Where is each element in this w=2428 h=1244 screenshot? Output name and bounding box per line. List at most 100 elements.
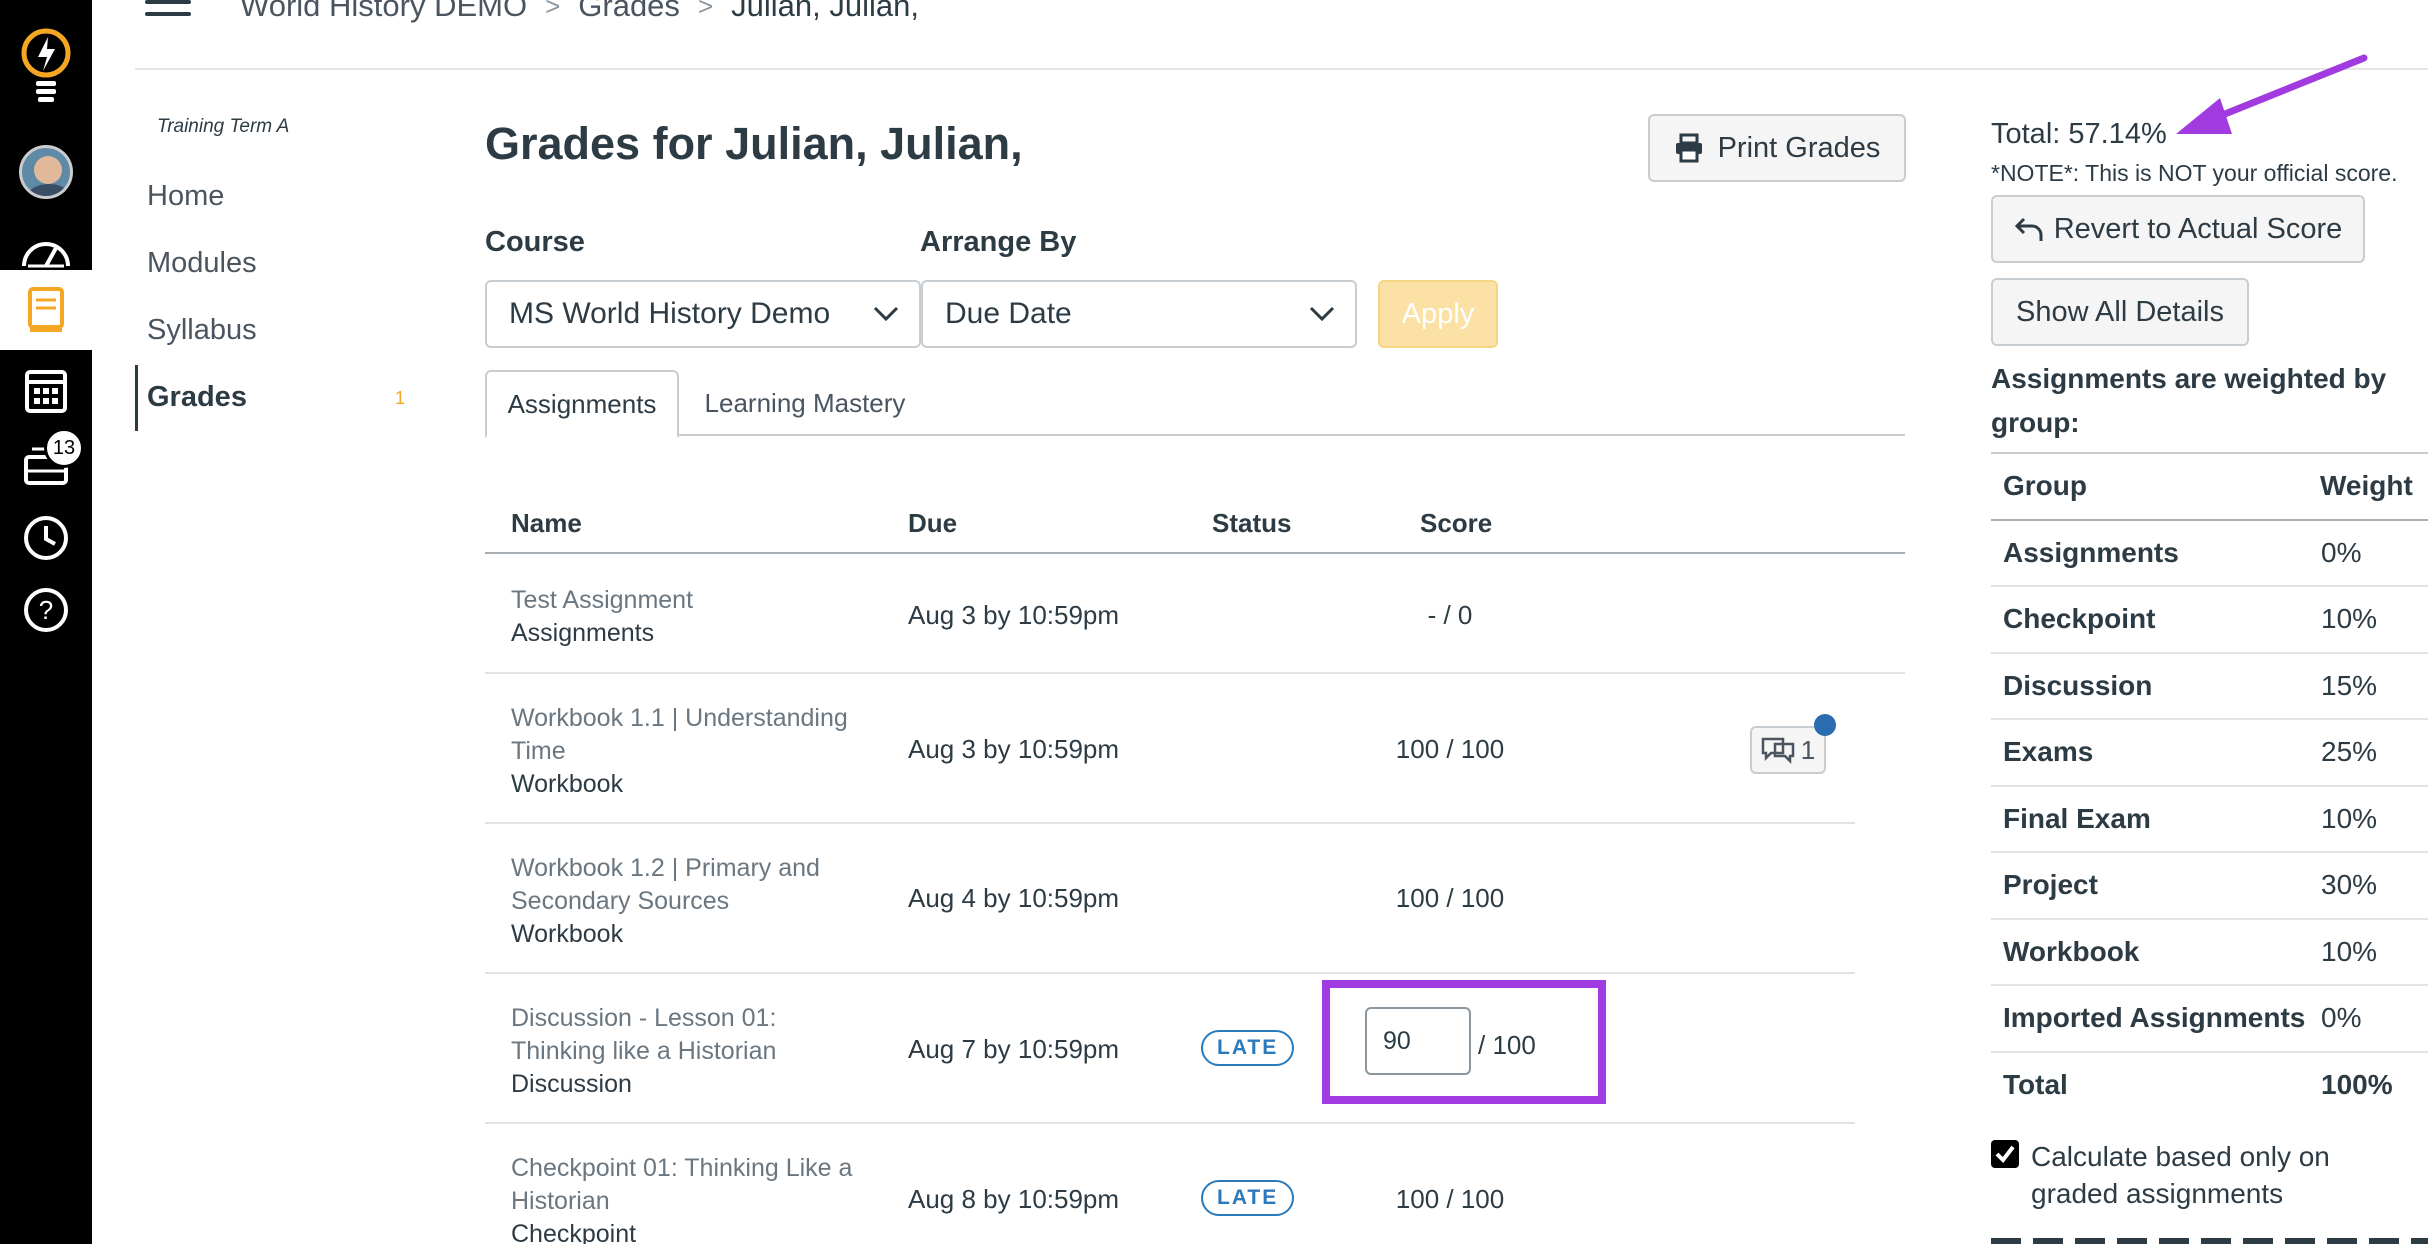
weight-value: 10% xyxy=(2321,802,2378,834)
assignment-name-cell: Discussion - Lesson 01: Thinking like a … xyxy=(511,1002,871,1101)
calculate-graded-only-label: Calculate based only on graded assignmen… xyxy=(2031,1141,2330,1209)
weight-row: Project 30% xyxy=(1991,853,2428,920)
due-date: Aug 4 by 10:59pm xyxy=(908,883,1120,913)
breadcrumb-course[interactable]: World History DEMO xyxy=(240,0,527,24)
assignment-name-cell: Workbook 1.1 | Understanding Time Workbo… xyxy=(511,702,871,801)
weight-total-row: Total 100% xyxy=(1991,1053,2428,1120)
assignment-title-link[interactable]: Discussion - Lesson 01: Thinking like a … xyxy=(511,1002,871,1068)
weight-row: Final Exam 10% xyxy=(1991,787,2428,853)
what-if-score-input[interactable]: 90 xyxy=(1365,1007,1471,1075)
weight-value: 0% xyxy=(2321,1002,2362,1033)
course-nav-grades[interactable]: Grades xyxy=(147,381,247,414)
table-row: Checkpoint 01: Thinking Like a Historian… xyxy=(485,1124,1855,1244)
account-avatar[interactable] xyxy=(0,140,92,204)
table-row: Test Assignment Assignments Aug 3 by 10:… xyxy=(485,554,1905,674)
weight-row: Workbook 10% xyxy=(1991,920,2428,986)
page-title: Grades for Julian, Julian, xyxy=(485,118,1023,169)
chevron-down-icon xyxy=(1309,306,1335,322)
weight-row: Assignments 0% xyxy=(1991,521,2428,587)
assignment-name-cell: Checkpoint 01: Thinking Like a Historian… xyxy=(511,1152,871,1244)
course-select-value: MS World History Demo xyxy=(509,297,831,330)
courses-book-icon[interactable] xyxy=(0,270,92,350)
assignment-group: Checkpoint xyxy=(511,1220,637,1244)
arrow-annotation-icon xyxy=(2176,54,2368,134)
show-all-details-button[interactable]: Show All Details xyxy=(1991,278,2249,346)
comments-icon xyxy=(1761,737,1795,764)
weight-value: 10% xyxy=(2321,935,2378,967)
weight-value: 100% xyxy=(2321,1068,2393,1100)
col-header-name: Name xyxy=(511,508,582,538)
calculate-graded-only-checkbox[interactable] xyxy=(1991,1140,2019,1168)
comments-button[interactable]: 1 xyxy=(1750,726,1826,774)
weighted-groups-heading: Assignments are weighted by group: xyxy=(1991,363,2387,438)
course-select-label: Course xyxy=(485,226,585,258)
weight-row: Imported Assignments 0% xyxy=(1991,986,2428,1053)
print-grades-button[interactable]: Print Grades xyxy=(1648,114,1906,182)
weight-row: Checkpoint 10% xyxy=(1991,587,2428,654)
course-nav-home[interactable]: Home xyxy=(147,180,224,213)
assignment-group: Workbook xyxy=(511,770,624,798)
weights-col-group: Group xyxy=(2003,470,2087,501)
course-nav-modules[interactable]: Modules xyxy=(147,247,257,280)
col-header-due: Due xyxy=(908,508,958,538)
late-status-badge: LATE xyxy=(1201,1180,1295,1216)
chevron-right-icon: > xyxy=(545,0,561,21)
breadcrumb-student: Julian, Julian, xyxy=(731,0,919,23)
col-header-score: Score xyxy=(1420,508,1493,538)
weight-value: 25% xyxy=(2321,736,2378,767)
active-indicator xyxy=(135,365,138,431)
grade-tabs: Assignments Learning Mastery xyxy=(485,370,1905,438)
svg-text:?: ? xyxy=(39,595,53,625)
weight-group: Assignments xyxy=(2003,536,2179,568)
tab-assignments[interactable]: Assignments xyxy=(485,370,679,438)
help-icon[interactable]: ? xyxy=(0,580,92,640)
score: 100 / 100 xyxy=(1395,734,1505,764)
arrange-select-value: Due Date xyxy=(945,297,1072,330)
weight-group: Project xyxy=(2003,869,2098,900)
weights-col-weight: Weight xyxy=(2320,470,2413,501)
assignment-group: Workbook xyxy=(511,920,624,948)
chevron-right-icon: > xyxy=(697,0,714,21)
hamburger-menu-icon[interactable] xyxy=(145,0,191,24)
weight-group: Total xyxy=(2003,1068,2068,1100)
assignment-title-link[interactable]: Checkpoint 01: Thinking Like a Historian xyxy=(511,1152,871,1218)
weights-header-row: Group Weight xyxy=(1991,454,2428,521)
assignment-title-link[interactable]: Workbook 1.1 | Understanding Time xyxy=(511,702,871,768)
revert-score-button[interactable]: Revert to Actual Score xyxy=(1991,195,2365,263)
print-grades-label: Print Grades xyxy=(1717,131,1881,164)
inbox-unread-badge: 13 xyxy=(44,428,84,468)
weight-group: Discussion xyxy=(2003,669,2153,701)
breadcrumb-grades[interactable]: Grades xyxy=(578,0,680,24)
weight-value: 10% xyxy=(2321,603,2378,634)
undo-arrow-icon xyxy=(2014,217,2043,241)
weight-value: 30% xyxy=(2321,869,2378,900)
points-possible: / 100 xyxy=(1478,1030,1536,1060)
assignment-title-link[interactable]: Test Assignment xyxy=(511,584,871,617)
weight-value: 0% xyxy=(2321,536,2362,568)
course-select[interactable]: MS World History Demo xyxy=(485,280,921,348)
course-nav-syllabus[interactable]: Syllabus xyxy=(147,314,257,347)
assignment-title-link[interactable]: Workbook 1.2 | Primary and Secondary Sou… xyxy=(511,852,871,918)
weights-table: Group Weight Assignments 0% Checkpoint 10%… xyxy=(1991,452,2428,1119)
score: 100 / 100 xyxy=(1395,883,1505,913)
assignment-name-cell: Test Assignment Assignments xyxy=(511,584,871,650)
global-navigation: 13 ? xyxy=(0,0,92,1244)
total-grade: Total: 57.14% xyxy=(1991,118,2167,150)
arrange-by-select[interactable]: Due Date xyxy=(921,280,1357,348)
table-row: Discussion - Lesson 01: Thinking like a … xyxy=(485,974,1855,1124)
score: - / 0 xyxy=(1427,600,1473,630)
arrange-select-label: Arrange By xyxy=(920,226,1077,258)
logo-lightbulb-icon[interactable] xyxy=(0,20,92,110)
calendar-icon[interactable] xyxy=(0,360,92,420)
weight-group: Workbook xyxy=(2003,935,2140,967)
col-header-status: Status xyxy=(1212,508,1292,538)
weight-group: Imported Assignments xyxy=(2003,1002,2306,1033)
apply-button[interactable]: Apply xyxy=(1378,280,1498,348)
late-status-badge: LATE xyxy=(1201,1030,1295,1066)
tab-learning-mastery[interactable]: Learning Mastery xyxy=(685,370,925,436)
checkmark-icon xyxy=(1995,1145,2015,1164)
assignment-group: Assignments xyxy=(511,619,655,647)
weight-group: Final Exam xyxy=(2003,802,2151,834)
page-header: World History DEMO > Grades > Julian, Ju… xyxy=(135,0,2428,70)
history-clock-icon[interactable] xyxy=(0,508,92,568)
